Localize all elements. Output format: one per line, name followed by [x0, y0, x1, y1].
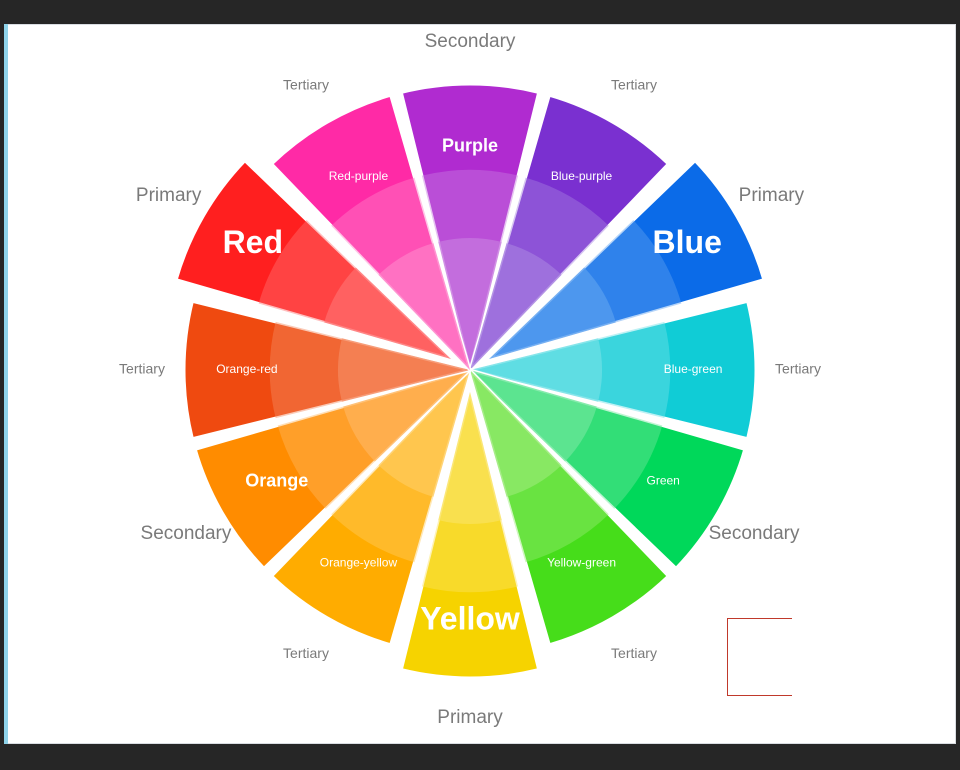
segment-name-blue-green: Blue-green — [664, 362, 723, 376]
category-label-yellow-green: Tertiary — [611, 645, 657, 661]
segment-name-green: Green — [647, 474, 680, 488]
category-label-red-purple: Tertiary — [283, 77, 329, 93]
category-label-blue: Primary — [739, 185, 805, 206]
category-label-red: Primary — [136, 185, 202, 206]
category-label-blue-purple: Tertiary — [611, 77, 657, 93]
category-label-orange-yellow: Tertiary — [283, 645, 329, 661]
category-label-orange: Secondary — [141, 523, 232, 544]
segment-name-red: Red — [223, 224, 283, 260]
segment-name-purple: Purple — [442, 136, 498, 156]
image-panel: Purple Blue-purple Blue Blue-green Green Yell… — [4, 24, 956, 744]
segment-name-yellow-green: Yellow-green — [547, 555, 616, 569]
category-label-yellow: Primary — [437, 707, 503, 728]
segment-name-red-purple: Red-purple — [329, 169, 389, 183]
screen-frame: Purple Blue-purple Blue Blue-green Green Yell… — [0, 0, 960, 770]
color-wheel-diagram: Purple Blue-purple Blue Blue-green Green Yell… — [119, 31, 821, 728]
red-selection-marker — [727, 618, 792, 696]
segment-name-blue: Blue — [653, 224, 722, 260]
segment-name-orange-red: Orange-red — [216, 362, 277, 376]
category-label-blue-green: Tertiary — [775, 361, 821, 377]
wheel-segments — [174, 82, 766, 680]
category-label-green: Secondary — [709, 523, 800, 544]
category-label-orange-red: Tertiary — [119, 361, 165, 377]
segment-name-yellow: Yellow — [420, 600, 520, 636]
segment-name-blue-purple: Blue-purple — [551, 169, 613, 183]
segment-name-orange: Orange — [245, 470, 308, 490]
segment-name-orange-yellow: Orange-yellow — [320, 555, 398, 569]
category-label-purple: Secondary — [425, 31, 516, 52]
